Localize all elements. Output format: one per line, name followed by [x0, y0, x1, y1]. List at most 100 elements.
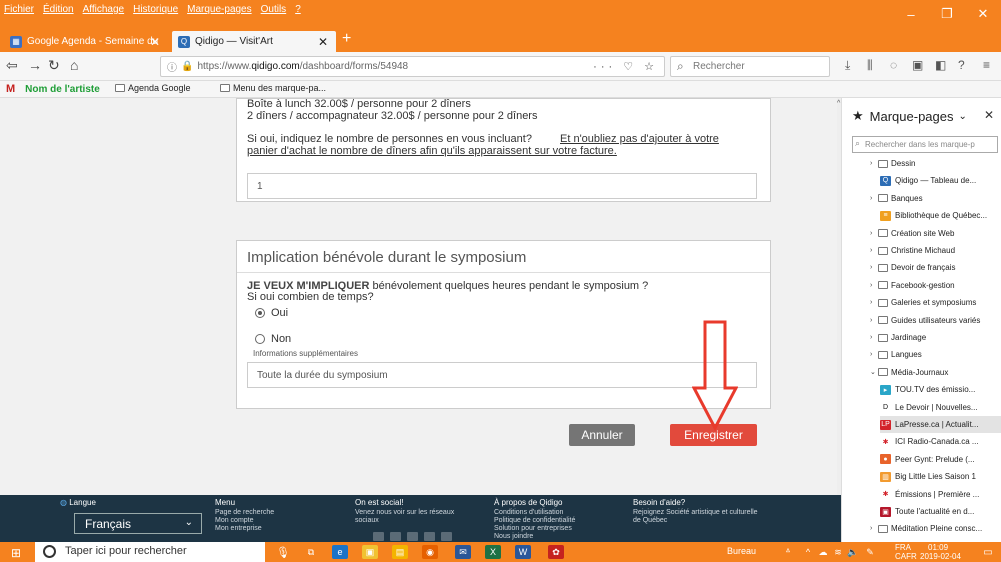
- people-icon[interactable]: ᐞ: [780, 545, 796, 559]
- bookmark-item[interactable]: Q Qidigo — Tableau de...: [880, 172, 1001, 189]
- bookmark-menu[interactable]: Menu des marque-pa...: [220, 83, 326, 93]
- scroll-up-icon[interactable]: ^: [837, 100, 840, 107]
- menu-marque-pages[interactable]: Marque-pages: [187, 4, 251, 15]
- bookmark-item[interactable]: › Jardinage: [870, 329, 1001, 346]
- bookmark-item[interactable]: ≡ Bibliothèque de Québec...: [880, 207, 1001, 224]
- chevron-right-icon[interactable]: ›: [870, 351, 878, 358]
- menu-affichage[interactable]: Affichage: [83, 4, 125, 15]
- bookmark-item[interactable]: › Dessin: [870, 155, 1001, 172]
- bookmark-item[interactable]: › Galeries et symposiums: [870, 294, 1001, 311]
- bookmark-item[interactable]: ▥ Big Little Lies Saison 1: [880, 468, 1001, 485]
- cancel-button[interactable]: Annuler: [569, 424, 635, 446]
- chevron-right-icon[interactable]: ›: [870, 247, 878, 254]
- microphone-icon[interactable]: 🎙: [275, 545, 291, 559]
- close-window-button[interactable]: ✕: [965, 0, 1001, 28]
- edge-icon[interactable]: e: [332, 545, 348, 559]
- chevron-right-icon[interactable]: ›: [870, 160, 878, 167]
- bookmark-item[interactable]: ✱ ICI Radio-Canada.ca ...: [880, 433, 1001, 450]
- store-icon[interactable]: ▣: [362, 545, 378, 559]
- close-tab-icon[interactable]: ✕: [150, 35, 160, 49]
- instagram-icon[interactable]: [390, 532, 401, 541]
- dinner-link-2[interactable]: panier d'achat le nombre de dîners afin …: [247, 145, 617, 157]
- sidebar-header[interactable]: ★ Marque-pages ⌄: [852, 108, 967, 124]
- minimize-button[interactable]: –: [893, 0, 929, 28]
- firefox-icon[interactable]: ◉: [422, 545, 438, 559]
- bookmark-item[interactable]: › Guides utilisateurs variés: [870, 312, 1001, 329]
- bookmark-item[interactable]: › Création site Web: [870, 225, 1001, 242]
- bookmark-item[interactable]: ▣ Toute l'actualité en d...: [880, 503, 1001, 520]
- twitter-icon[interactable]: [407, 532, 418, 541]
- restore-button[interactable]: ❐: [929, 0, 965, 28]
- chevron-right-icon[interactable]: ›: [870, 282, 878, 289]
- google-plus-icon[interactable]: [424, 532, 435, 541]
- bookmark-item[interactable]: ▸ TOU.TV des émissio...: [880, 381, 1001, 398]
- sidebar-toggle-icon[interactable]: ◧: [935, 58, 946, 72]
- bookmark-item[interactable]: › Banques: [870, 190, 1001, 207]
- back-icon[interactable]: ⇦: [6, 57, 18, 74]
- chevron-right-icon[interactable]: ›: [870, 317, 878, 324]
- menu-aide[interactable]: ?: [295, 4, 301, 15]
- app-icon[interactable]: ✿: [548, 545, 564, 559]
- bookmark-item[interactable]: LP LaPresse.ca | Actualit...: [880, 416, 1001, 433]
- chevron-right-icon[interactable]: ›: [870, 334, 878, 341]
- radio-oui[interactable]: Oui: [255, 307, 288, 319]
- sidebar-search-input[interactable]: ⌕ Rechercher dans les marque-p: [852, 136, 998, 153]
- chevron-down-icon[interactable]: ⌄: [870, 368, 878, 376]
- bookmark-item[interactable]: ✱ Émissions | Première ...: [880, 486, 1001, 503]
- tab-google-agenda[interactable]: ▦ Google Agenda - Semaine du ✕: [4, 31, 168, 52]
- input-language[interactable]: FRA CAFR: [895, 543, 917, 561]
- windows-start-icon[interactable]: ⊞: [11, 546, 21, 560]
- chevron-right-icon[interactable]: ›: [870, 525, 878, 532]
- menu-edition[interactable]: Édition: [43, 4, 74, 15]
- reload-icon[interactable]: ↻: [48, 57, 60, 74]
- footer-link[interactable]: Mon compte: [215, 517, 254, 524]
- screenshot-icon[interactable]: ▣: [912, 58, 923, 72]
- linkedin-icon[interactable]: [441, 532, 452, 541]
- hamburger-menu-icon[interactable]: ≡: [983, 58, 990, 72]
- footer-link[interactable]: Nous joindre: [494, 533, 533, 540]
- tab-qidigo[interactable]: Q Qidigo — Visit'Art ✕: [172, 31, 336, 52]
- facebook-icon[interactable]: [373, 532, 384, 541]
- excel-icon[interactable]: X: [485, 545, 501, 559]
- menu-historique[interactable]: Historique: [133, 4, 178, 15]
- network-icon[interactable]: ≋: [830, 545, 846, 559]
- bookmark-item[interactable]: ⌄ Média-Journaux: [870, 364, 1001, 381]
- new-tab-button[interactable]: +: [342, 30, 351, 48]
- info-icon[interactable]: ⓘ: [167, 59, 177, 74]
- task-view-icon[interactable]: ⧉: [303, 545, 319, 559]
- mail-icon[interactable]: ✉: [455, 545, 471, 559]
- bookmark-item[interactable]: › Langues: [870, 346, 1001, 363]
- taskbar-bureau[interactable]: Bureau: [727, 546, 756, 556]
- chevron-right-icon[interactable]: ›: [870, 195, 878, 202]
- footer-link[interactable]: Solution pour entreprises: [494, 525, 572, 532]
- bookmark-agenda[interactable]: Agenda Google: [115, 83, 191, 93]
- forward-icon[interactable]: →: [28, 57, 42, 73]
- search-input[interactable]: ⌕ Rechercher: [670, 56, 830, 77]
- language-select[interactable]: Français ⌄: [74, 513, 202, 534]
- dinner-count-input[interactable]: 1: [247, 173, 757, 199]
- pen-icon[interactable]: ✎: [862, 545, 878, 559]
- radio-non[interactable]: Non: [255, 333, 291, 345]
- dinner-link-1[interactable]: Et n'oubliez pas d'ajouter à votre: [560, 133, 719, 145]
- bookmark-item[interactable]: D Le Devoir | Nouvelles...: [880, 399, 1001, 416]
- footer-link[interactable]: Conditions d'utilisation: [494, 509, 563, 516]
- download-icon[interactable]: ⤓: [845, 58, 850, 73]
- close-sidebar-icon[interactable]: ✕: [984, 108, 994, 122]
- close-tab-icon[interactable]: ✕: [318, 35, 328, 49]
- bookmark-item[interactable]: ● Peer Gynt: Prelude (...: [880, 451, 1001, 468]
- home-icon[interactable]: ⌂: [70, 57, 78, 73]
- help-icon[interactable]: ?: [958, 58, 965, 72]
- notifications-icon[interactable]: ▭: [980, 545, 996, 559]
- bookmark-item[interactable]: › Devoir de français: [870, 259, 1001, 276]
- bookmark-item[interactable]: › Méditation Pleine consc...: [870, 520, 1001, 537]
- menu-outils[interactable]: Outils: [261, 4, 287, 15]
- bookmark-item[interactable]: › Christine Michaud: [870, 242, 1001, 259]
- footer-link[interactable]: Politique de confidentialité: [494, 517, 575, 524]
- extra-info-input[interactable]: Toute la durée du symposium: [247, 362, 757, 388]
- tray-overflow-icon[interactable]: ^: [800, 545, 816, 559]
- file-explorer-icon[interactable]: ▤: [392, 545, 408, 559]
- volume-icon[interactable]: 🔈: [845, 545, 861, 559]
- menu-fichier[interactable]: Fichier: [4, 4, 34, 15]
- library-icon[interactable]: ⫼: [867, 58, 873, 73]
- clock[interactable]: 01:09 2019-02-04: [920, 543, 961, 561]
